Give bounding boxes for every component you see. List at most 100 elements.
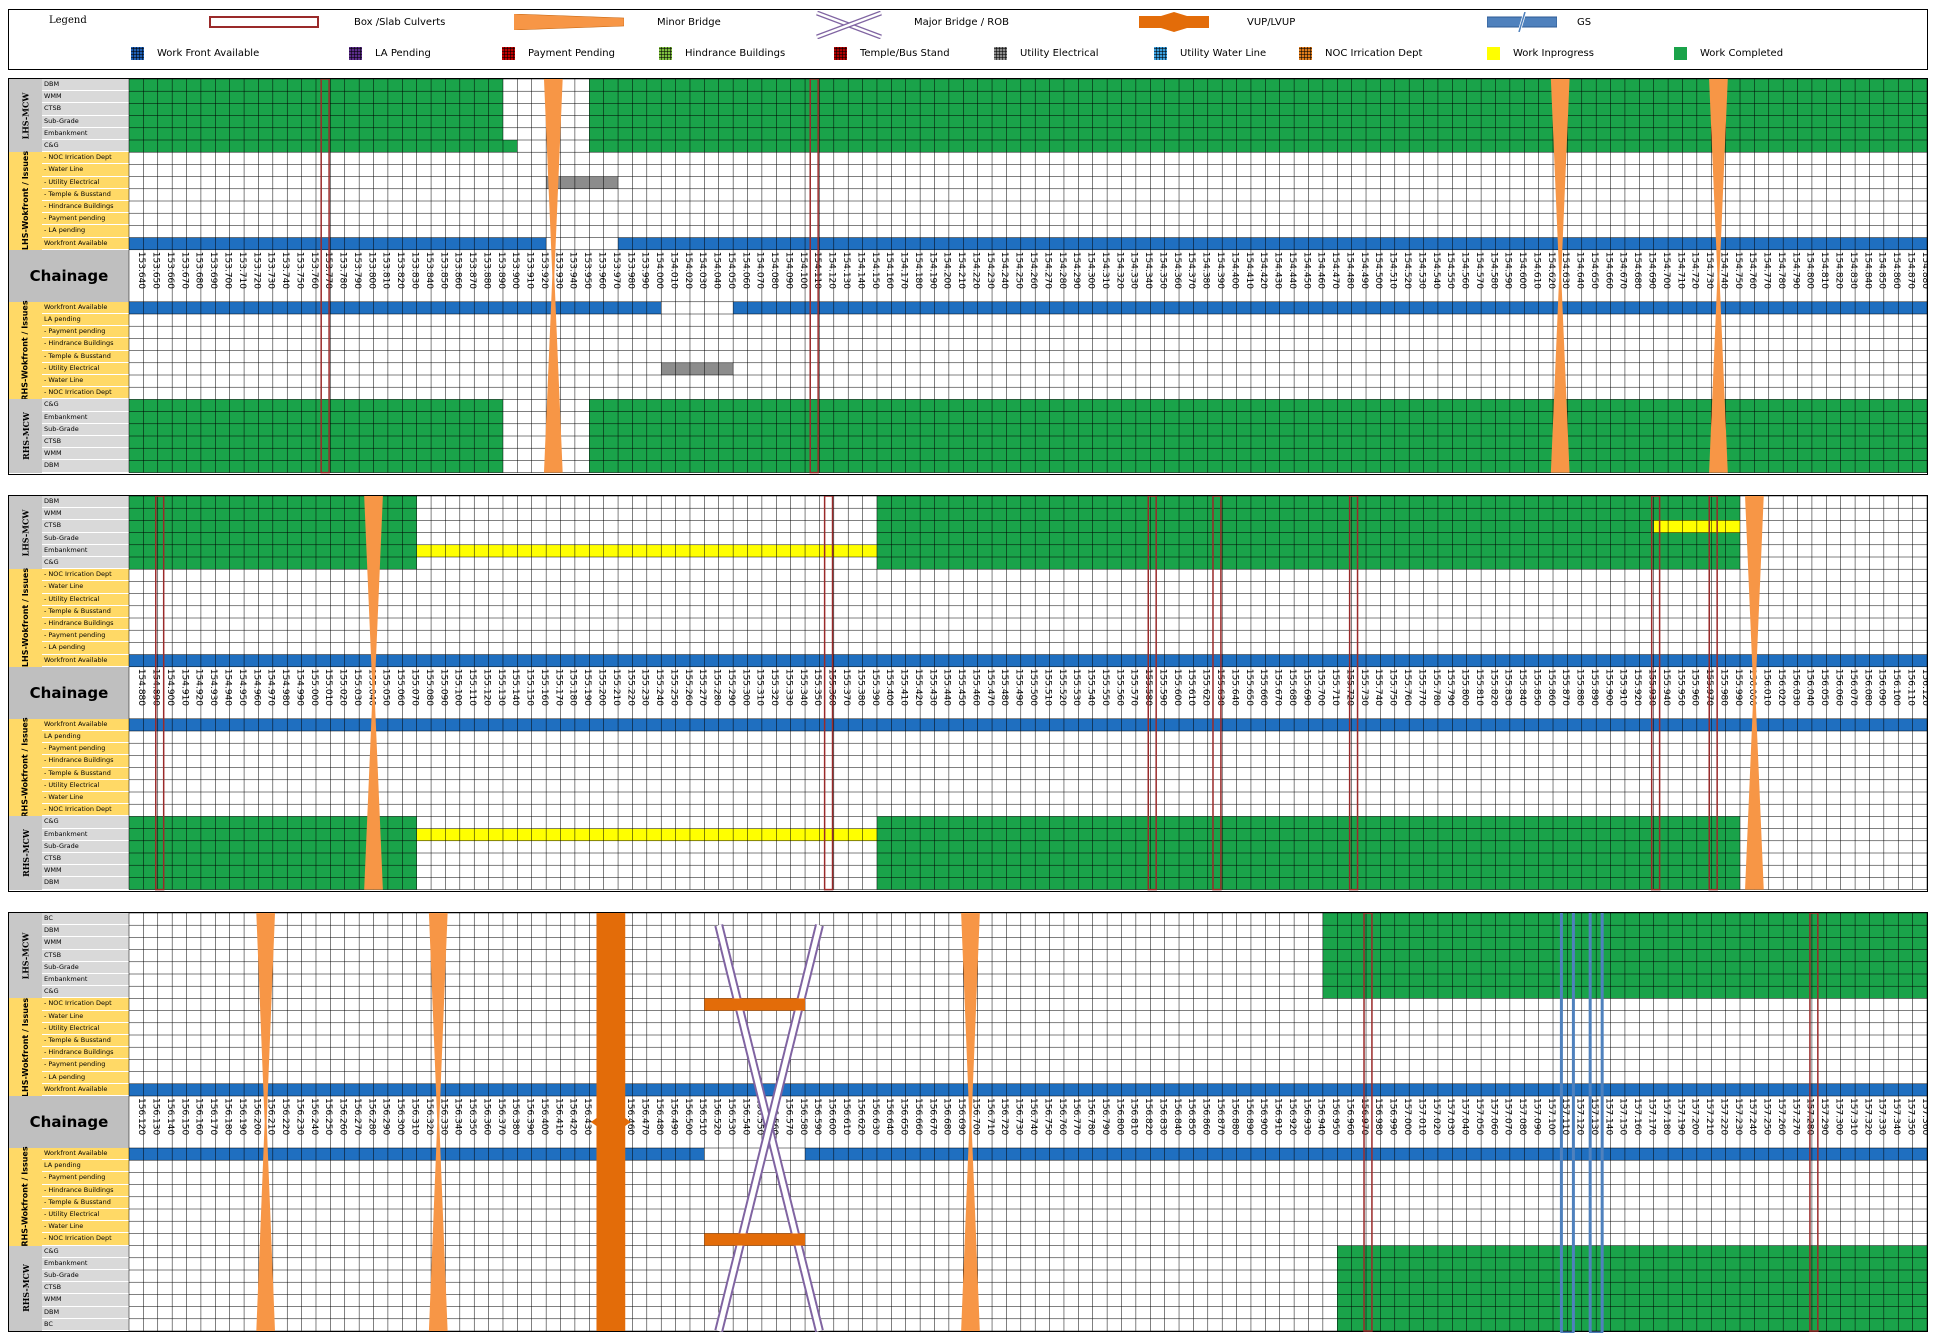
chainage-tick: 156.040 <box>1805 669 1815 706</box>
chainage-tick: 156.290 <box>381 1098 391 1135</box>
legend-status-label: Utility Electrical <box>1020 48 1099 59</box>
chainage-tick: 153.830 <box>409 252 419 289</box>
chainage-tick: 154.920 <box>194 669 204 706</box>
chainage-tick: 154.000 <box>654 252 664 289</box>
chainage-tick: 154.770 <box>1762 252 1772 289</box>
chainage-tick: 154.790 <box>1790 252 1800 289</box>
chainage-tick: 153.760 <box>309 252 319 289</box>
chainage-tick: 156.840 <box>1172 1098 1182 1135</box>
chainage-tick: 155.550 <box>1100 669 1110 706</box>
chainage-tick: 156.580 <box>798 1098 808 1135</box>
chainage-tick: 157.090 <box>1531 1098 1541 1135</box>
chainage-tick: 156.320 <box>424 1098 434 1135</box>
workfront-available-bar <box>129 1083 1927 1096</box>
chainage-tick: 154.190 <box>927 252 937 289</box>
chainage-tick: 153.880 <box>481 252 491 289</box>
chainage-tick: 155.750 <box>1388 669 1398 706</box>
chainage-tick: 154.730 <box>1704 252 1714 289</box>
chainage-tick: 154.970 <box>266 669 276 706</box>
noc-irrigation-block <box>704 998 806 1011</box>
chainage-tick: 153.900 <box>510 252 520 289</box>
chainage-tick: 154.070 <box>755 252 765 289</box>
chainage-tick: 154.120 <box>827 252 837 289</box>
legend-swatch-10 <box>1674 47 1687 60</box>
chainage-tick: 156.900 <box>1258 1098 1268 1135</box>
chainage-tick: 155.080 <box>424 669 434 706</box>
chainage-tick: 154.990 <box>294 669 304 706</box>
chainage-tick: 155.660 <box>1258 669 1268 706</box>
chainage-tick: 157.220 <box>1718 1098 1728 1135</box>
chainage-tick: 155.160 <box>539 669 549 706</box>
chainage-tick: 156.820 <box>1143 1098 1153 1135</box>
chainage-tick: 156.060 <box>1834 669 1844 706</box>
chainage-tick: 156.490 <box>668 1098 678 1135</box>
chainage-tick: 155.680 <box>1287 669 1297 706</box>
legend-swatch-1 <box>131 47 144 60</box>
chainage-tick: 156.410 <box>553 1098 563 1135</box>
chainage-tick: 157.330 <box>1877 1098 1887 1135</box>
chainage-tick: 156.190 <box>237 1098 247 1135</box>
chainage-tick: 155.630 <box>1215 669 1225 706</box>
chainage-tick: 154.110 <box>812 252 822 289</box>
chainage-tick: 156.430 <box>582 1098 592 1135</box>
chainage-tick: 154.550 <box>1445 252 1455 289</box>
legend-status-label: Utility Water Line <box>1180 48 1267 59</box>
chainage-tick: 155.950 <box>1675 669 1685 706</box>
chainage-tick: 154.310 <box>1100 252 1110 289</box>
chainage-tick: 156.120 <box>136 1098 146 1135</box>
chainage-tick: 155.600 <box>1172 669 1182 706</box>
chainage-tick: 156.480 <box>654 1098 664 1135</box>
chainage-tick: 157.180 <box>1661 1098 1671 1135</box>
chainage-tick: 154.430 <box>1273 252 1283 289</box>
legend-box: Legend Box /Slab Culverts Minor Bridge M… <box>8 9 1928 70</box>
chainage-tick: 155.910 <box>1618 669 1628 706</box>
chainage-tick: 155.270 <box>697 669 707 706</box>
chainage-tick: 153.810 <box>381 252 391 289</box>
chainage-tick: 154.030 <box>697 252 707 289</box>
chainage-tick: 154.450 <box>1301 252 1311 289</box>
chainage-tick: 156.100 <box>1891 669 1901 706</box>
chainage-tick: 155.620 <box>1201 669 1211 706</box>
chainage-tick: 156.770 <box>1071 1098 1081 1135</box>
chainage-tick: 157.230 <box>1733 1098 1743 1135</box>
chainage-tick: 156.260 <box>338 1098 348 1135</box>
chainage-tick: 156.760 <box>1057 1098 1067 1135</box>
chainage-tick: 155.400 <box>884 669 894 706</box>
workfront-available-bar <box>618 237 1927 250</box>
chainage-tick: 156.720 <box>999 1098 1009 1135</box>
chainage-tick: 153.730 <box>266 252 276 289</box>
chainage-tick: 154.330 <box>1129 252 1139 289</box>
chainage-tick: 156.420 <box>568 1098 578 1135</box>
chainage-tick: 156.170 <box>208 1098 218 1135</box>
chainage-tick: 155.290 <box>726 669 736 706</box>
chainage-tick: 154.660 <box>1603 252 1613 289</box>
chainage-tick: 154.220 <box>970 252 980 289</box>
workfront-available-bar <box>733 301 1927 314</box>
chainage-tick: 155.710 <box>1330 669 1340 706</box>
chainage-tick: 156.540 <box>740 1098 750 1135</box>
chainage-tick: 157.100 <box>1546 1098 1556 1135</box>
chainage-tick: 155.890 <box>1589 669 1599 706</box>
chainage-tick: 154.260 <box>1028 252 1038 289</box>
chainage-tick: 157.070 <box>1503 1098 1513 1135</box>
chainage-tick: 153.840 <box>424 252 434 289</box>
chainage-tick: 153.770 <box>323 252 333 289</box>
chainage-tick: 155.490 <box>1014 669 1024 706</box>
chainage-tick: 157.300 <box>1834 1098 1844 1135</box>
chainage-tick: 153.700 <box>222 252 232 289</box>
chainage-tick: 155.320 <box>769 669 779 706</box>
chainage-tick: 155.480 <box>999 669 1009 706</box>
chainage-tick: 154.020 <box>683 252 693 289</box>
chainage-tick: 155.360 <box>827 669 837 706</box>
chainage-tick: 153.820 <box>395 252 405 289</box>
chainage-tick: 154.940 <box>222 669 232 706</box>
legend-status-label: Hindrance Buildings <box>685 48 786 59</box>
chainage-tick: 156.280 <box>366 1098 376 1135</box>
workfront-available-bar <box>129 237 547 250</box>
legend-swatch-5 <box>834 47 847 60</box>
utility-electrical-block <box>661 362 734 375</box>
chainage-tick: 155.850 <box>1531 669 1541 706</box>
chainage-tick: 154.130 <box>841 252 851 289</box>
legend-status-label: Work Front Available <box>157 48 260 59</box>
legend-swatch-8 <box>1299 47 1312 60</box>
